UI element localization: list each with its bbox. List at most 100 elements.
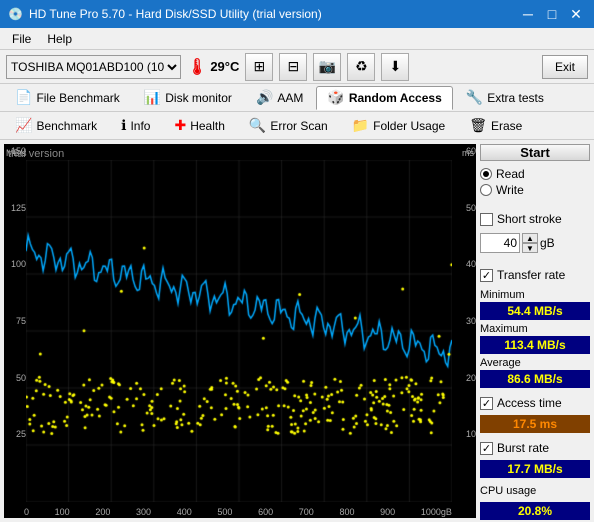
burst-rate-value: 17.7 MB/s <box>480 460 590 478</box>
tab-folder-usage[interactable]: 📁 Folder Usage <box>341 114 456 138</box>
cpu-usage-value: 20.8% <box>480 502 590 520</box>
drive-select[interactable]: TOSHIBA MQ01ABD100 (1000 gB) <box>6 55 181 79</box>
burst-rate-checkbox[interactable]: ✓ Burst rate <box>480 441 590 455</box>
camera-icon-btn[interactable]: 📷 <box>313 53 341 81</box>
read-radio[interactable]: Read <box>480 167 590 181</box>
disk-monitor-icon: 📊 <box>144 89 161 106</box>
extra-tests-icon: 🔧 <box>466 89 483 106</box>
transfer-rate-label: Transfer rate <box>497 268 565 282</box>
access-time-checkbox-box: ✓ <box>480 397 493 410</box>
chart-canvas <box>26 160 452 502</box>
tab-health[interactable]: ✚ Health <box>163 114 235 138</box>
average-value: 86.6 MB/s <box>480 370 590 388</box>
write-radio[interactable]: Write <box>480 183 590 197</box>
aam-icon: 🔊 <box>256 89 273 106</box>
spin-up-button[interactable]: ▲ <box>522 233 538 243</box>
info-icon: ℹ <box>121 117 126 134</box>
icon-btn-2[interactable]: ⊟ <box>279 53 307 81</box>
spin-input[interactable] <box>480 233 520 253</box>
maximum-value: 113.4 MB/s <box>480 336 590 354</box>
start-button[interactable]: Start <box>480 144 590 161</box>
minimum-value: 54.4 MB/s <box>480 302 590 320</box>
spin-down-button[interactable]: ▼ <box>522 243 538 253</box>
short-stroke-checkbox[interactable]: Short stroke <box>480 212 590 226</box>
access-time-label: Access time <box>497 396 562 410</box>
maximize-button[interactable]: □ <box>542 4 562 24</box>
access-time-value: 17.5 ms <box>480 415 590 433</box>
file-benchmark-icon: 📄 <box>15 89 32 106</box>
window-title: HD Tune Pro 5.70 - Hard Disk/SSD Utility… <box>29 7 322 21</box>
erase-icon: 🗑 <box>469 117 487 134</box>
tab-info-label: Info <box>130 119 150 133</box>
thermometer-icon: 🌡 <box>187 57 207 77</box>
tab-file-benchmark-label: File Benchmark <box>36 91 119 105</box>
spin-unit: gB <box>540 236 555 250</box>
icon-btn-5[interactable]: ⬇ <box>381 53 409 81</box>
error-scan-icon: 🔍 <box>249 117 266 134</box>
icon-btn-4[interactable]: ♻ <box>347 53 375 81</box>
temperature-display: 🌡 29°C <box>187 57 239 77</box>
transfer-rate-checkbox-box: ✓ <box>480 269 493 282</box>
temperature-value: 29°C <box>210 59 239 74</box>
tab-extra-tests[interactable]: 🔧 Extra tests <box>455 86 555 110</box>
right-panel: Start Read Write Short stroke ▲ ▼ gB <box>476 140 594 522</box>
tab-row-1: 📄 File Benchmark 📊 Disk monitor 🔊 AAM 🎲 … <box>0 84 594 112</box>
burst-rate-label: Burst rate <box>497 441 549 455</box>
tab-disk-monitor[interactable]: 📊 Disk monitor <box>133 86 243 110</box>
main-content: MB/s ms trial version 150 125 100 75 50 … <box>0 140 594 522</box>
cpu-usage-label: CPU usage <box>480 485 590 497</box>
minimum-label: Minimum <box>480 289 590 301</box>
access-time-checkbox[interactable]: ✓ Access time <box>480 396 590 410</box>
tab-extra-tests-label: Extra tests <box>487 91 544 105</box>
tab-erase[interactable]: 🗑 Erase <box>458 114 533 138</box>
exit-button[interactable]: Exit <box>542 55 588 79</box>
minimize-button[interactable]: ─ <box>518 4 538 24</box>
average-label: Average <box>480 357 590 369</box>
short-stroke-checkbox-box <box>480 213 493 226</box>
folder-usage-icon: 📁 <box>352 117 369 134</box>
tab-disk-monitor-label: Disk monitor <box>165 91 232 105</box>
chart-area: MB/s ms trial version 150 125 100 75 50 … <box>4 144 476 518</box>
tab-benchmark[interactable]: 📈 Benchmark <box>4 114 108 138</box>
read-write-radio-group: Read Write <box>480 167 590 197</box>
benchmark-icon: 📈 <box>15 117 32 134</box>
tab-info[interactable]: ℹ Info <box>110 114 161 138</box>
y-axis-left: 150 125 100 75 50 25 <box>4 144 26 498</box>
burst-rate-checkbox-box: ✓ <box>480 442 493 455</box>
title-bar: 💿 HD Tune Pro 5.70 - Hard Disk/SSD Utili… <box>0 0 594 28</box>
transfer-rate-checkbox[interactable]: ✓ Transfer rate <box>480 268 590 282</box>
spin-buttons: ▲ ▼ <box>522 233 538 253</box>
tab-error-scan[interactable]: 🔍 Error Scan <box>238 114 339 138</box>
write-radio-indicator <box>480 184 492 196</box>
random-access-icon: 🎲 <box>327 89 344 106</box>
tab-folder-usage-label: Folder Usage <box>373 119 445 133</box>
stats-block: Minimum 54.4 MB/s Maximum 113.4 MB/s Ave… <box>480 289 590 391</box>
x-axis: 0 100 200 300 400 500 600 700 800 900 10… <box>24 506 452 518</box>
menu-help[interactable]: Help <box>39 30 80 48</box>
read-radio-indicator <box>480 168 492 180</box>
toolbar: TOSHIBA MQ01ABD100 (1000 gB) 🌡 29°C ⊞ ⊟ … <box>0 50 594 84</box>
icon-btn-1[interactable]: ⊞ <box>245 53 273 81</box>
window-controls: ─ □ ✕ <box>518 4 586 24</box>
close-button[interactable]: ✕ <box>566 4 586 24</box>
chart-watermark: trial version <box>8 148 64 160</box>
tab-random-access[interactable]: 🎲 Random Access <box>316 86 452 110</box>
tab-erase-label: Erase <box>491 119 522 133</box>
tab-benchmark-label: Benchmark <box>36 119 97 133</box>
read-radio-label: Read <box>496 167 525 181</box>
menu-bar: File Help <box>0 28 594 50</box>
menu-file[interactable]: File <box>4 30 39 48</box>
short-stroke-label: Short stroke <box>497 212 562 226</box>
tab-row-2: 📈 Benchmark ℹ Info ✚ Health 🔍 Error Scan… <box>0 112 594 140</box>
spin-row: ▲ ▼ gB <box>480 233 590 253</box>
y-axis-right: 60 50 40 30 20 10 <box>452 144 476 498</box>
tab-health-label: Health <box>190 119 225 133</box>
write-radio-label: Write <box>496 183 524 197</box>
health-icon: ✚ <box>174 117 186 134</box>
app-icon: 💿 <box>8 7 23 21</box>
maximum-label: Maximum <box>480 323 590 335</box>
tab-aam[interactable]: 🔊 AAM <box>245 86 314 110</box>
tab-aam-label: AAM <box>277 91 303 105</box>
tab-random-access-label: Random Access <box>349 91 442 105</box>
tab-file-benchmark[interactable]: 📄 File Benchmark <box>4 86 131 110</box>
